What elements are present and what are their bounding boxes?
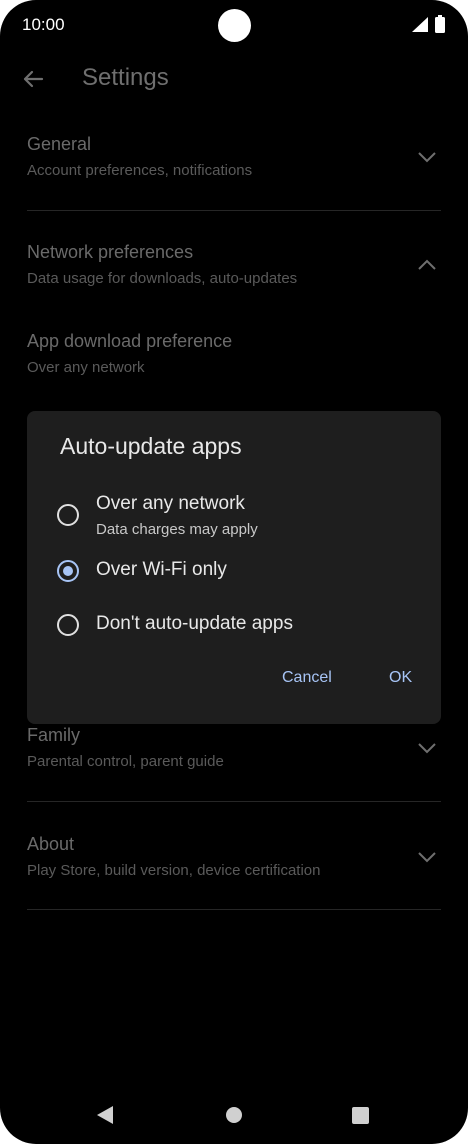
app-download-subtitle: Over any network bbox=[27, 359, 145, 376]
status-time: 10:00 bbox=[22, 15, 65, 34]
option-over-any-network[interactable]: Over any network Data charges may apply bbox=[55, 493, 425, 541]
divider bbox=[27, 801, 441, 802]
option-label: Over Wi-Fi only bbox=[96, 559, 227, 580]
network-subtitle: Data usage for downloads, auto-updates bbox=[27, 270, 298, 287]
triangle-back-icon[interactable] bbox=[97, 1106, 113, 1124]
camera-cutout bbox=[218, 9, 251, 42]
chevron-down-icon bbox=[418, 743, 436, 754]
radio-button-selected[interactable] bbox=[57, 560, 79, 582]
general-section[interactable]: General Account preferences, notificatio… bbox=[27, 133, 441, 181]
about-section[interactable]: About Play Store, build version, device … bbox=[27, 833, 441, 881]
network-title: Network preferences bbox=[27, 242, 194, 262]
family-title: Family bbox=[27, 725, 80, 745]
about-subtitle: Play Store, build version, device certif… bbox=[27, 862, 321, 879]
signal-icon bbox=[412, 17, 428, 32]
option-dont-auto-update[interactable]: Don't auto-update apps bbox=[55, 612, 425, 640]
divider bbox=[27, 909, 441, 910]
page-title: Settings bbox=[82, 64, 169, 91]
status-bar: 10:00 bbox=[0, 0, 468, 52]
general-title: General bbox=[27, 134, 92, 154]
option-sublabel: Data charges may apply bbox=[96, 521, 258, 538]
general-subtitle: Account preferences, notifications bbox=[27, 162, 253, 179]
about-title: About bbox=[27, 834, 75, 854]
chevron-down-icon bbox=[418, 152, 436, 163]
dialog-title: Auto-update apps bbox=[60, 433, 242, 459]
circle-home-icon[interactable] bbox=[226, 1107, 242, 1123]
auto-update-dialog: Auto-update apps Over any network Data c… bbox=[27, 411, 441, 724]
option-over-wifi-only[interactable]: Over Wi-Fi only bbox=[55, 558, 425, 586]
family-subtitle: Parental control, parent guide bbox=[27, 753, 224, 770]
square-recents-icon[interactable] bbox=[352, 1107, 369, 1124]
radio-button[interactable] bbox=[57, 614, 79, 636]
app-download-title: App download preference bbox=[27, 331, 233, 351]
navigation-bar bbox=[0, 1086, 468, 1144]
cancel-button[interactable]: Cancel bbox=[282, 669, 332, 687]
chevron-down-icon bbox=[418, 852, 436, 863]
network-preferences-section[interactable]: Network preferences Data usage for downl… bbox=[27, 241, 441, 289]
divider bbox=[27, 210, 441, 211]
family-section[interactable]: Family Parental control, parent guide bbox=[27, 724, 441, 772]
ok-button[interactable]: OK bbox=[389, 669, 412, 687]
radio-button[interactable] bbox=[57, 504, 79, 526]
battery-icon bbox=[435, 15, 445, 33]
phone-screen: 10:00 Settings General Account preferenc… bbox=[0, 0, 468, 1144]
app-bar: Settings bbox=[0, 52, 468, 108]
chevron-up-icon bbox=[418, 259, 436, 270]
option-label: Over any network bbox=[96, 493, 245, 514]
app-download-preference-item[interactable]: App download preference Over any network bbox=[27, 330, 441, 378]
back-arrow-icon[interactable] bbox=[18, 64, 48, 94]
option-label: Don't auto-update apps bbox=[96, 613, 293, 634]
